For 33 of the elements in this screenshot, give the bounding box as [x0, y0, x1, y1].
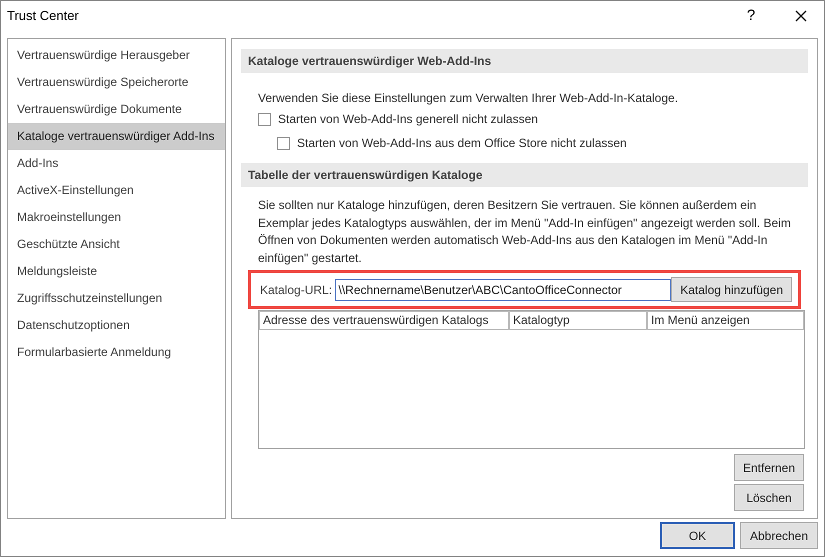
action-button[interactable]: Entfernen: [734, 454, 804, 481]
checkbox[interactable]: [277, 136, 290, 150]
url-field[interactable]: \\Rechnername\Benutzer\ABC\CantoOfficeConnector: [335, 278, 672, 300]
action-button[interactable]: Löschen: [734, 484, 804, 511]
checkbox[interactable]: [258, 112, 271, 126]
description-text: Sie sollten nur Kataloge hinzufügen, deren Besitzern Sie vertrauen. Sie können außerdem ein Exemplar jedes Katalogtyps auswählen, der im Menü "Add-In einfügen" angezeigt werden soll. Beim Öffnen von Dokumenten werden automatisch Web-Add-Ins aus den Katalogen im Menü "Add-In einfügen" gestartet.: [257, 197, 792, 266]
sidebar-item[interactable]: Add-Ins: [8, 150, 225, 177]
window-title: Trust Center: [7, 7, 80, 26]
column-header[interactable]: Adresse des vertrauenswürdigen Katalogs: [259, 311, 509, 330]
sidebar-item[interactable]: Meldungsleiste: [8, 258, 225, 285]
column-header[interactable]: Im Menü anzeigen: [647, 311, 804, 330]
help-button[interactable]: ?: [736, 4, 766, 28]
checkbox-label[interactable]: Starten von Web-Add-Ins aus dem Office Store nicht zulassen: [297, 134, 627, 152]
field-label: Katalog-URL:: [260, 282, 334, 298]
sidebar-item[interactable]: Formularbasierte Anmeldung: [8, 339, 225, 366]
sidebar-item[interactable]: Vertrauenswürdige Herausgeber: [8, 42, 225, 69]
sidebar-item[interactable]: Vertrauenswürdige Speicherorte: [8, 69, 225, 96]
sidebar-item[interactable]: Vertrauenswürdige Dokumente: [8, 96, 225, 123]
sidebar-item[interactable]: Makroeinstellungen: [8, 204, 225, 231]
add-catalog-button[interactable]: Katalog hinzufügen: [671, 277, 792, 302]
sidebar-item[interactable]: Datenschutzoptionen: [8, 312, 225, 339]
section-header: Kataloge vertrauenswürdiger Web-Add-Ins: [241, 49, 808, 73]
sidebar-item[interactable]: Zugriffsschutzeinstellungen: [8, 285, 225, 312]
close-icon: [795, 10, 807, 22]
dialog-button[interactable]: OK: [660, 522, 735, 549]
description-text: Verwenden Sie diese Einstellungen zum Verwalten Ihrer Web-Add-In-Kataloge.: [257, 90, 680, 107]
checkbox-label[interactable]: Starten von Web-Add-Ins generell nicht zulassen: [278, 110, 538, 128]
sidebar-item[interactable]: ActiveX-Einstellungen: [8, 177, 225, 204]
sidebar-item[interactable]: Geschützte Ansicht: [8, 231, 225, 258]
dialog-button[interactable]: Abbrechen: [740, 522, 818, 549]
column-header[interactable]: Katalogtyp: [509, 311, 647, 330]
section-header: Tabelle der vertrauenswürdigen Kataloge: [241, 163, 808, 187]
sidebar-item[interactable]: Kataloge vertrauenswürdiger Add-Ins: [8, 123, 225, 150]
